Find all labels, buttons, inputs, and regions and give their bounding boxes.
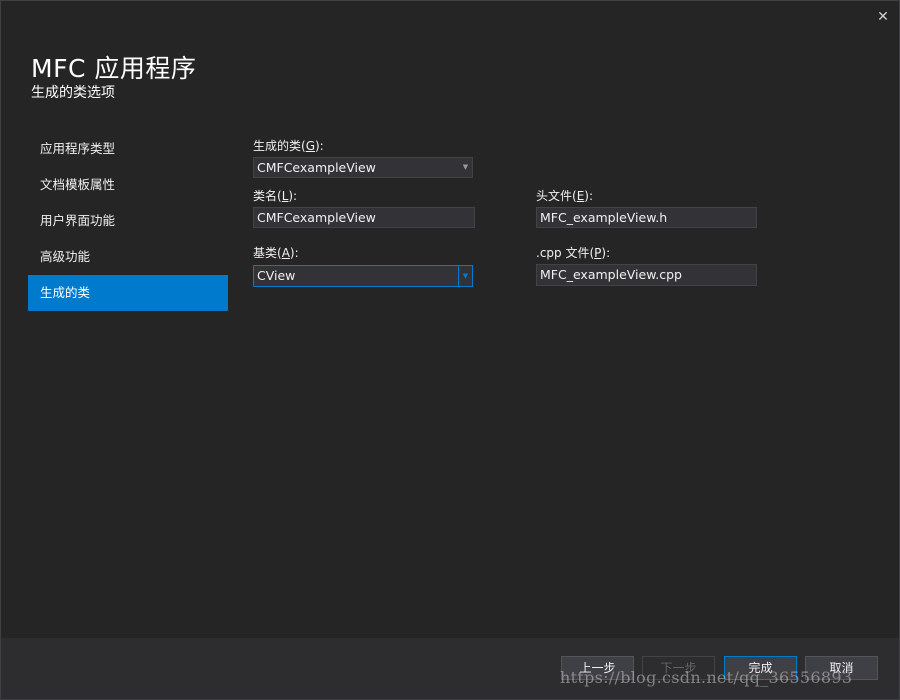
watermark: https://blog.csdn.net/qq_36556893 bbox=[560, 668, 853, 687]
dialog-title: MFC 应用程序 bbox=[31, 54, 197, 83]
generated-class-value: CMFCexampleView bbox=[257, 160, 376, 175]
cpp-file-field[interactable]: MFC_exampleView.cpp bbox=[536, 264, 757, 286]
label-text: ): bbox=[315, 139, 324, 153]
chevron-down-icon[interactable]: ▼ bbox=[459, 158, 472, 177]
label-text: 生成的类( bbox=[253, 139, 306, 153]
nav-item-doc-template[interactable]: 文档模板属性 bbox=[28, 167, 228, 203]
chevron-down-icon[interactable]: ▼ bbox=[458, 266, 472, 286]
base-class-select[interactable]: CView ▼ bbox=[253, 265, 473, 287]
nav-item-ui-features[interactable]: 用户界面功能 bbox=[28, 203, 228, 239]
label-text: ): bbox=[288, 189, 298, 203]
class-name-label: 类名(L): bbox=[253, 187, 297, 204]
cpp-file-label: .cpp 文件(P): bbox=[536, 244, 610, 261]
wizard-nav: 应用程序类型 文档模板属性 用户界面功能 高级功能 生成的类 bbox=[28, 131, 228, 311]
dialog-window: ✕ MFC 应用程序 生成的类选项 应用程序类型 文档模板属性 用户界面功能 高… bbox=[0, 0, 900, 700]
access-key: A bbox=[281, 246, 290, 260]
label-text: ): bbox=[289, 246, 299, 260]
label-text: ): bbox=[601, 246, 611, 260]
label-text: 类名( bbox=[253, 189, 282, 203]
nav-item-advanced-features[interactable]: 高级功能 bbox=[28, 239, 228, 275]
base-class-value: CView bbox=[257, 268, 296, 283]
base-class-label: 基类(A): bbox=[253, 244, 299, 261]
dialog-subtitle: 生成的类选项 bbox=[31, 85, 115, 101]
class-name-field[interactable]: CMFCexampleView bbox=[253, 207, 475, 228]
label-text: .cpp 文件( bbox=[536, 246, 595, 260]
label-text: 基类( bbox=[253, 246, 282, 260]
generated-class-label: 生成的类(G): bbox=[253, 137, 324, 154]
label-text: 头文件( bbox=[536, 189, 577, 203]
nav-item-generated-classes[interactable]: 生成的类 bbox=[28, 275, 228, 311]
access-key: G bbox=[305, 139, 315, 153]
label-text: ): bbox=[584, 189, 594, 203]
generated-class-select[interactable]: CMFCexampleView ▼ bbox=[253, 157, 473, 178]
header-file-field[interactable]: MFC_exampleView.h bbox=[536, 207, 757, 228]
close-icon[interactable]: ✕ bbox=[875, 9, 891, 25]
nav-item-app-type[interactable]: 应用程序类型 bbox=[28, 131, 228, 167]
header-file-label: 头文件(E): bbox=[536, 187, 593, 204]
